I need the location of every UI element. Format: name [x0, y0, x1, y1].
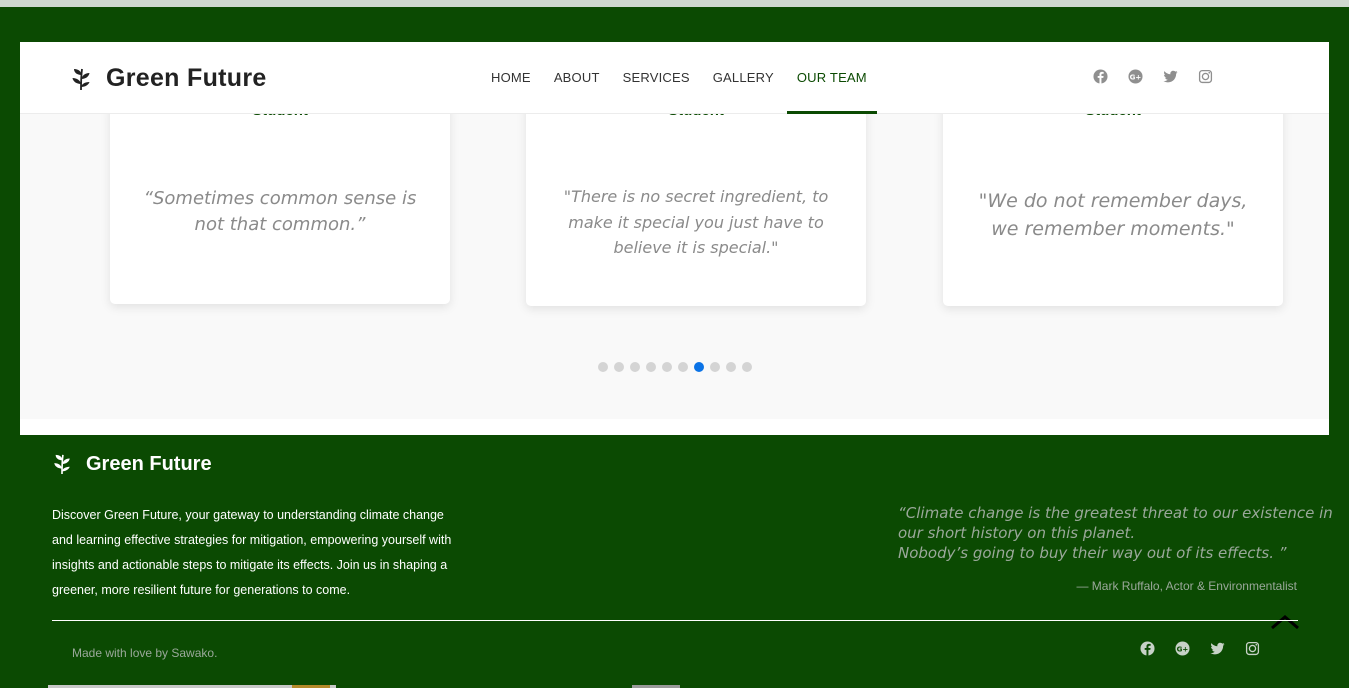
nav-item-services[interactable]: SERVICES: [613, 42, 700, 113]
carousel-dot[interactable]: [614, 362, 624, 372]
back-to-top-button[interactable]: [1270, 614, 1300, 630]
footer-credit: Made with love by Sawako.: [72, 646, 218, 660]
brand-name: Green Future: [106, 64, 267, 92]
instagram-icon[interactable]: [1245, 641, 1260, 656]
carousel-dot[interactable]: [694, 362, 704, 372]
leaf-icon: [52, 452, 72, 476]
testimonial-card: Student “Sometimes common sense is not t…: [110, 102, 450, 304]
chevron-up-icon: [1271, 615, 1299, 630]
facebook-icon[interactable]: [1093, 69, 1108, 84]
instagram-icon[interactable]: [1198, 69, 1213, 84]
browser-top-strip: [0, 0, 1349, 7]
testimonial-card: Student "There is no secret ingredient, …: [526, 102, 866, 306]
carousel-dot[interactable]: [662, 362, 672, 372]
header-social-links: G+: [1093, 69, 1213, 84]
nav-item-about[interactable]: ABOUT: [544, 42, 610, 113]
leaf-icon: [70, 67, 92, 91]
twitter-icon[interactable]: [1163, 69, 1178, 84]
footer-quote-line: “Climate change is the greatest threat t…: [898, 504, 1333, 522]
testimonial-quote: "We do not remember days, we remember mo…: [978, 190, 1248, 240]
brand-logo[interactable]: Green Future: [70, 64, 267, 93]
testimonial-quote: “Sometimes common sense is not that comm…: [143, 188, 417, 235]
carousel-dot[interactable]: [710, 362, 720, 372]
footer-quote-author: — Mark Ruffalo, Actor & Environmentalist: [1076, 579, 1297, 593]
facebook-icon[interactable]: [1140, 641, 1155, 656]
footer-quote-line: Nobody’s going to buy their way out of i…: [898, 544, 1287, 562]
carousel-dot[interactable]: [742, 362, 752, 372]
carousel-dot[interactable]: [726, 362, 736, 372]
testimonial-card: Student "We do not remember days, we rem…: [943, 102, 1283, 306]
site-header: Green Future HOME ABOUT SERVICES GALLERY…: [20, 42, 1329, 114]
carousel-dot[interactable]: [598, 362, 608, 372]
section-divider: [20, 419, 1329, 435]
nav-item-home[interactable]: HOME: [481, 42, 541, 113]
carousel-dot[interactable]: [678, 362, 688, 372]
twitter-icon[interactable]: [1210, 641, 1225, 656]
nav-item-gallery[interactable]: GALLERY: [703, 42, 784, 113]
footer-quote-line: our short history on this planet.: [898, 524, 1136, 542]
footer-social-links: G+: [1140, 641, 1260, 656]
google-plus-icon[interactable]: G+: [1128, 69, 1143, 84]
carousel-dot[interactable]: [630, 362, 640, 372]
nav-item-our-team[interactable]: OUR TEAM: [786, 42, 877, 114]
footer-about-text: Discover Green Future, your gateway to u…: [52, 508, 452, 597]
carousel-dot[interactable]: [646, 362, 656, 372]
main-nav: HOME ABOUT SERVICES GALLERY OUR TEAM: [481, 42, 880, 114]
footer-brand[interactable]: Green Future: [52, 452, 212, 476]
svg-text:G+: G+: [1177, 644, 1189, 653]
footer-quote: “Climate change is the greatest threat t…: [898, 503, 1333, 563]
carousel-pagination: [598, 362, 752, 372]
footer-brand-name: Green Future: [86, 452, 212, 475]
google-plus-icon[interactable]: G+: [1175, 641, 1190, 656]
footer-divider: [52, 620, 1298, 621]
svg-text:G+: G+: [1130, 72, 1142, 81]
testimonial-quote: "There is no secret ingredient, to make …: [563, 187, 829, 257]
